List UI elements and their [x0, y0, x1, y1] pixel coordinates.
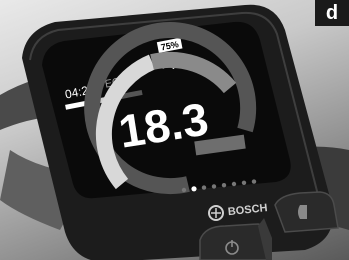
- page-dot: [241, 180, 247, 185]
- figure-corner-label: d: [315, 0, 349, 26]
- page-dot: [181, 187, 187, 193]
- photo-scene: 04:26 ECO 75% mph 18.3 BOSCH d: [0, 0, 349, 260]
- page-dot: [211, 184, 217, 189]
- page-dot: [221, 183, 227, 188]
- photo-canvas: 04:26 ECO 75% mph 18.3 BOSCH: [0, 4, 349, 260]
- page-dot: [251, 179, 257, 184]
- page-dot: [191, 186, 197, 192]
- light-icon: [298, 205, 307, 219]
- page-dot: [231, 181, 237, 187]
- page-dot: [201, 185, 207, 190]
